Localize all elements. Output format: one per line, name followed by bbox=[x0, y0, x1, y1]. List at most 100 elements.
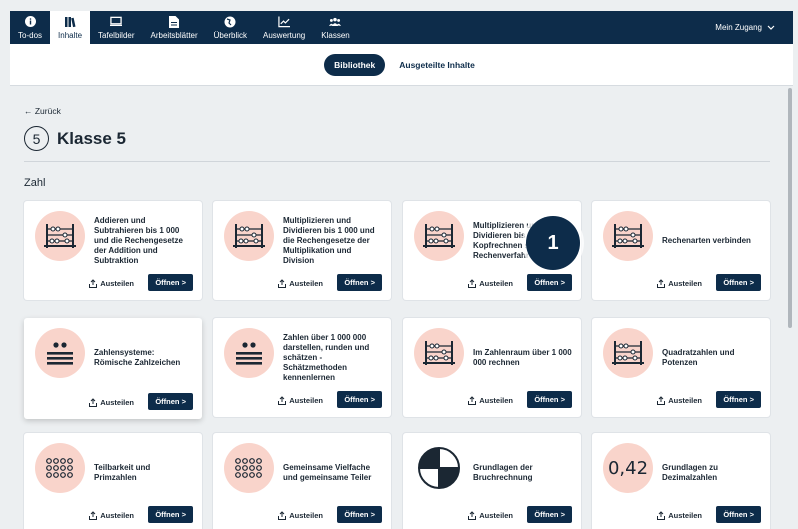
grade-number-badge: 5 bbox=[24, 126, 49, 151]
scrollbar[interactable] bbox=[788, 88, 792, 328]
share-button[interactable]: Austeilen bbox=[278, 511, 323, 520]
share-label: Austeilen bbox=[668, 511, 702, 520]
share-label: Austeilen bbox=[479, 396, 513, 405]
share-icon bbox=[468, 396, 477, 405]
nav-todos[interactable]: To-dos bbox=[10, 11, 50, 44]
fraction-pie-icon bbox=[414, 443, 464, 493]
nav-label: Arbeitsblätter bbox=[150, 30, 198, 40]
share-label: Austeilen bbox=[668, 279, 702, 288]
tab-ausgeteilte-inhalte[interactable]: Ausgeteilte Inhalte bbox=[395, 54, 479, 76]
share-icon bbox=[89, 398, 98, 407]
chart-icon bbox=[278, 15, 291, 28]
chevron-right-icon: > bbox=[370, 510, 375, 519]
open-button[interactable]: Öffnen > bbox=[716, 506, 761, 523]
divider bbox=[24, 161, 770, 162]
topic-title: Grundlagen der Bruchrechnung bbox=[473, 463, 533, 482]
open-button[interactable]: Öffnen > bbox=[716, 274, 761, 291]
maya-numeral-icon bbox=[35, 328, 85, 378]
share-icon bbox=[468, 511, 477, 520]
share-button[interactable]: Austeilen bbox=[657, 279, 702, 288]
dot-grid-icon bbox=[35, 443, 85, 493]
share-button[interactable]: Austeilen bbox=[89, 279, 134, 288]
chevron-right-icon: > bbox=[749, 510, 754, 519]
chevron-right-icon: > bbox=[560, 395, 565, 404]
topic-title: Zahlen über 1 000 000 darstellen, runden… bbox=[283, 333, 370, 382]
page-title: Klasse 5 bbox=[57, 128, 126, 148]
nav-label: Klassen bbox=[321, 30, 350, 40]
share-label: Austeilen bbox=[100, 398, 134, 407]
open-label: Öffnen bbox=[534, 395, 559, 404]
share-label: Austeilen bbox=[668, 396, 702, 405]
share-icon bbox=[657, 279, 666, 288]
chevron-right-icon: > bbox=[749, 395, 754, 404]
share-label: Austeilen bbox=[100, 279, 134, 288]
share-label: Austeilen bbox=[289, 511, 323, 520]
open-label: Öffnen bbox=[723, 510, 748, 519]
topic-card: Zahlensysteme: Römische Zahlzeichen Aust… bbox=[24, 318, 202, 419]
share-label: Austeilen bbox=[479, 279, 513, 288]
share-button[interactable]: Austeilen bbox=[468, 396, 513, 405]
topic-title: Grundlagen zu Dezimalzahlen bbox=[662, 463, 718, 482]
nav-label: Überblick bbox=[213, 30, 247, 40]
decimal-icon: 0,42 bbox=[603, 443, 653, 493]
nav-klassen[interactable]: Klassen bbox=[313, 11, 357, 44]
group-icon bbox=[329, 16, 342, 28]
share-button[interactable]: Austeilen bbox=[89, 511, 134, 520]
share-label: Austeilen bbox=[100, 511, 134, 520]
share-label: Austeilen bbox=[289, 279, 323, 288]
tab-bibliothek[interactable]: Bibliothek bbox=[324, 53, 386, 76]
chevron-right-icon: > bbox=[560, 510, 565, 519]
nav-label: Auswertung bbox=[263, 30, 306, 40]
topic-card: 0,42 Grundlagen zu Dezimalzahlen Austeil… bbox=[592, 433, 770, 529]
open-button[interactable]: Öffnen > bbox=[716, 391, 761, 408]
maya-numeral-icon bbox=[224, 328, 274, 378]
account-label: Mein Zugang bbox=[715, 23, 762, 32]
back-link[interactable]: ← Zurück bbox=[24, 106, 61, 116]
open-label: Öffnen bbox=[155, 397, 180, 406]
account-menu[interactable]: Mein Zugang bbox=[715, 11, 793, 44]
chevron-down-icon bbox=[767, 23, 775, 32]
nav-arbeitsblaetter[interactable]: Arbeitsblätter bbox=[143, 11, 206, 44]
share-icon bbox=[278, 511, 287, 520]
topic-card: Teilbarkeit und Primzahlen Austeilen Öff… bbox=[24, 433, 202, 529]
abacus-icon bbox=[35, 211, 85, 261]
topic-title: Im Zahlenraum über 1 000 000 rechnen bbox=[473, 348, 572, 367]
nav-inhalte[interactable]: Inhalte bbox=[50, 11, 91, 44]
books-icon bbox=[64, 16, 76, 28]
open-label: Öffnen bbox=[344, 278, 369, 287]
section-title: Zahl bbox=[24, 177, 46, 189]
open-button[interactable]: Öffnen > bbox=[148, 506, 193, 523]
share-label: Austeilen bbox=[289, 396, 323, 405]
share-button[interactable]: Austeilen bbox=[657, 396, 702, 405]
share-button[interactable]: Austeilen bbox=[468, 279, 513, 288]
share-icon bbox=[468, 279, 477, 288]
open-label: Öffnen bbox=[534, 278, 559, 287]
open-label: Öffnen bbox=[155, 510, 180, 519]
open-button[interactable]: Öffnen > bbox=[148, 274, 193, 291]
open-label: Öffnen bbox=[534, 510, 559, 519]
share-button[interactable]: Austeilen bbox=[468, 511, 513, 520]
share-button[interactable]: Austeilen bbox=[657, 511, 702, 520]
nav-ueberblick[interactable]: Überblick bbox=[206, 11, 255, 44]
nav-tafelbilder[interactable]: Tafelbilder bbox=[90, 11, 142, 44]
topic-card: Zahlen über 1 000 000 darstellen, runden… bbox=[213, 318, 391, 417]
open-button[interactable]: Öffnen > bbox=[337, 274, 382, 291]
content-tabs: Bibliothek Ausgeteilte Inhalte bbox=[10, 44, 793, 86]
share-icon bbox=[657, 396, 666, 405]
share-icon bbox=[278, 396, 287, 405]
share-button[interactable]: Austeilen bbox=[89, 398, 134, 407]
nav-label: Tafelbilder bbox=[98, 30, 135, 40]
topic-card: Multiplizieren und Dividieren bis 1 000 … bbox=[213, 201, 391, 300]
open-button[interactable]: Öffnen > bbox=[148, 393, 193, 410]
open-button[interactable]: Öffnen > bbox=[527, 274, 572, 291]
share-button[interactable]: Austeilen bbox=[278, 279, 323, 288]
nav-auswertung[interactable]: Auswertung bbox=[255, 11, 313, 44]
open-button[interactable]: Öffnen > bbox=[337, 506, 382, 523]
open-button[interactable]: Öffnen > bbox=[527, 506, 572, 523]
open-button[interactable]: Öffnen > bbox=[337, 391, 382, 408]
open-button[interactable]: Öffnen > bbox=[527, 391, 572, 408]
topic-card: Grundlagen der Bruchrechnung Austeilen Ö… bbox=[403, 433, 581, 529]
open-label: Öffnen bbox=[723, 395, 748, 404]
share-button[interactable]: Austeilen bbox=[278, 396, 323, 405]
topic-title: Addieren und Subtrahieren bis 1 000 und … bbox=[94, 216, 183, 265]
